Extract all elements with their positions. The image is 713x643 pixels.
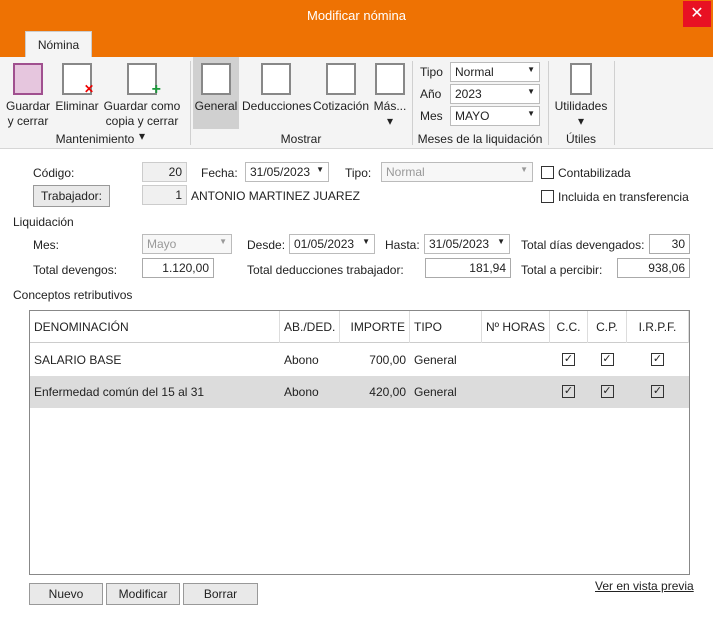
cell-den: Enfermedad común del 15 al 31: [34, 385, 205, 399]
hasta-picker[interactable]: 31/05/2023 ▼: [424, 234, 510, 254]
cotizacion-button[interactable]: Cotización: [312, 63, 370, 114]
ribbon: Guardar y cerrar ✕ Eliminar + Guardar como c…: [0, 57, 713, 149]
anio-select[interactable]: 2023 ▼: [450, 84, 540, 104]
cp-checkbox[interactable]: ✓: [600, 385, 614, 398]
delete-button[interactable]: ✕ Eliminar: [54, 63, 100, 114]
save-close-button[interactable]: Guardar y cerrar: [5, 63, 51, 129]
modificar-button[interactable]: Modificar: [106, 583, 180, 605]
irpf-checkbox[interactable]: ✓: [651, 385, 664, 398]
table-row[interactable]: Enfermedad común del 15 al 31 Abono 420,00…: [30, 376, 689, 408]
transferencia-checkbox[interactable]: [541, 190, 554, 203]
save-copy-icon: +: [127, 63, 161, 98]
close-button[interactable]: ✕: [683, 1, 711, 27]
contabilizada-checkbox[interactable]: [541, 166, 554, 179]
column-header[interactable]: Nº HORAS: [482, 311, 550, 343]
window-title: Modificar nómina: [307, 8, 406, 23]
group-mostrar: Mostrar: [280, 132, 322, 146]
cell-imp: 420,00: [369, 385, 406, 399]
column-header[interactable]: TIPO: [410, 311, 482, 343]
grid-header: DENOMINACIÓN AB./DED. IMPORTE TIPO Nº HORAS C…: [30, 311, 689, 343]
conceptos-grid: DENOMINACIÓN AB./DED. IMPORTE TIPO Nº HORAS C…: [29, 310, 690, 575]
devengos-field[interactable]: 1.120,00: [142, 258, 214, 278]
document-icon: [261, 63, 291, 95]
mes-field: Mayo ▼: [142, 234, 232, 254]
tab-nomina[interactable]: Nómina: [25, 31, 92, 58]
percibir-field[interactable]: 938,06: [617, 258, 690, 278]
column-header[interactable]: I.R.P.F.: [627, 311, 689, 343]
cell-horas: [482, 376, 550, 408]
group-meses: Meses de la liquidación: [417, 132, 543, 146]
document-icon: [326, 63, 356, 95]
cell-den: SALARIO BASE: [34, 353, 122, 367]
cell-ab: Abono: [284, 385, 319, 399]
group-mantenimiento: Mantenimiento: [55, 132, 135, 146]
fecha-picker[interactable]: 31/05/2023 ▼: [245, 162, 329, 182]
calculator-icon: [570, 63, 592, 95]
utilidades-button[interactable]: Utilidades ▾: [552, 63, 610, 129]
cp-checkbox[interactable]: ✓: [600, 353, 614, 366]
cell-horas: [482, 344, 550, 376]
deducciones-field[interactable]: 181,94: [425, 258, 511, 278]
desde-picker[interactable]: 01/05/2023 ▼: [289, 234, 375, 254]
mes-select[interactable]: MAYO ▼: [450, 106, 540, 126]
general-button[interactable]: General: [193, 57, 239, 129]
column-header[interactable]: C.P.: [588, 311, 627, 343]
cell-imp: 700,00: [369, 353, 406, 367]
column-header[interactable]: DENOMINACIÓN: [30, 311, 280, 343]
table-row[interactable]: SALARIO BASE Abono 700,00 General ✓ ✓ ✓: [30, 344, 689, 376]
cell-tipo: General: [414, 353, 457, 367]
column-header[interactable]: IMPORTE: [340, 311, 410, 343]
irpf-checkbox[interactable]: ✓: [651, 353, 664, 366]
cc-checkbox[interactable]: ✓: [562, 385, 575, 398]
codigo-field: 20: [142, 162, 187, 182]
nuevo-button[interactable]: Nuevo: [29, 583, 103, 605]
borrar-button[interactable]: Borrar: [183, 583, 258, 605]
deducciones-button[interactable]: Deducciones: [242, 63, 311, 114]
column-header[interactable]: C.C.: [550, 311, 588, 343]
trabajador-id-field: 1: [142, 185, 187, 205]
trabajador-button[interactable]: Trabajador:: [33, 185, 110, 207]
column-header[interactable]: AB./DED.: [280, 311, 340, 343]
preview-link[interactable]: Ver en vista previa: [595, 579, 694, 593]
group-utiles: Útiles: [565, 132, 596, 146]
mas-button[interactable]: Más... ▾: [372, 63, 408, 129]
certificate-icon: [375, 63, 405, 95]
save-icon: [13, 63, 43, 95]
delete-icon: ✕: [62, 63, 94, 96]
dias-field[interactable]: 30: [649, 234, 690, 254]
document-icon: [201, 63, 231, 95]
tipo-field: Normal ▼: [381, 162, 533, 182]
cc-checkbox[interactable]: ✓: [562, 353, 575, 366]
tipo-select[interactable]: Normal ▼: [450, 62, 540, 82]
cell-tipo: General: [414, 385, 457, 399]
cell-ab: Abono: [284, 353, 319, 367]
